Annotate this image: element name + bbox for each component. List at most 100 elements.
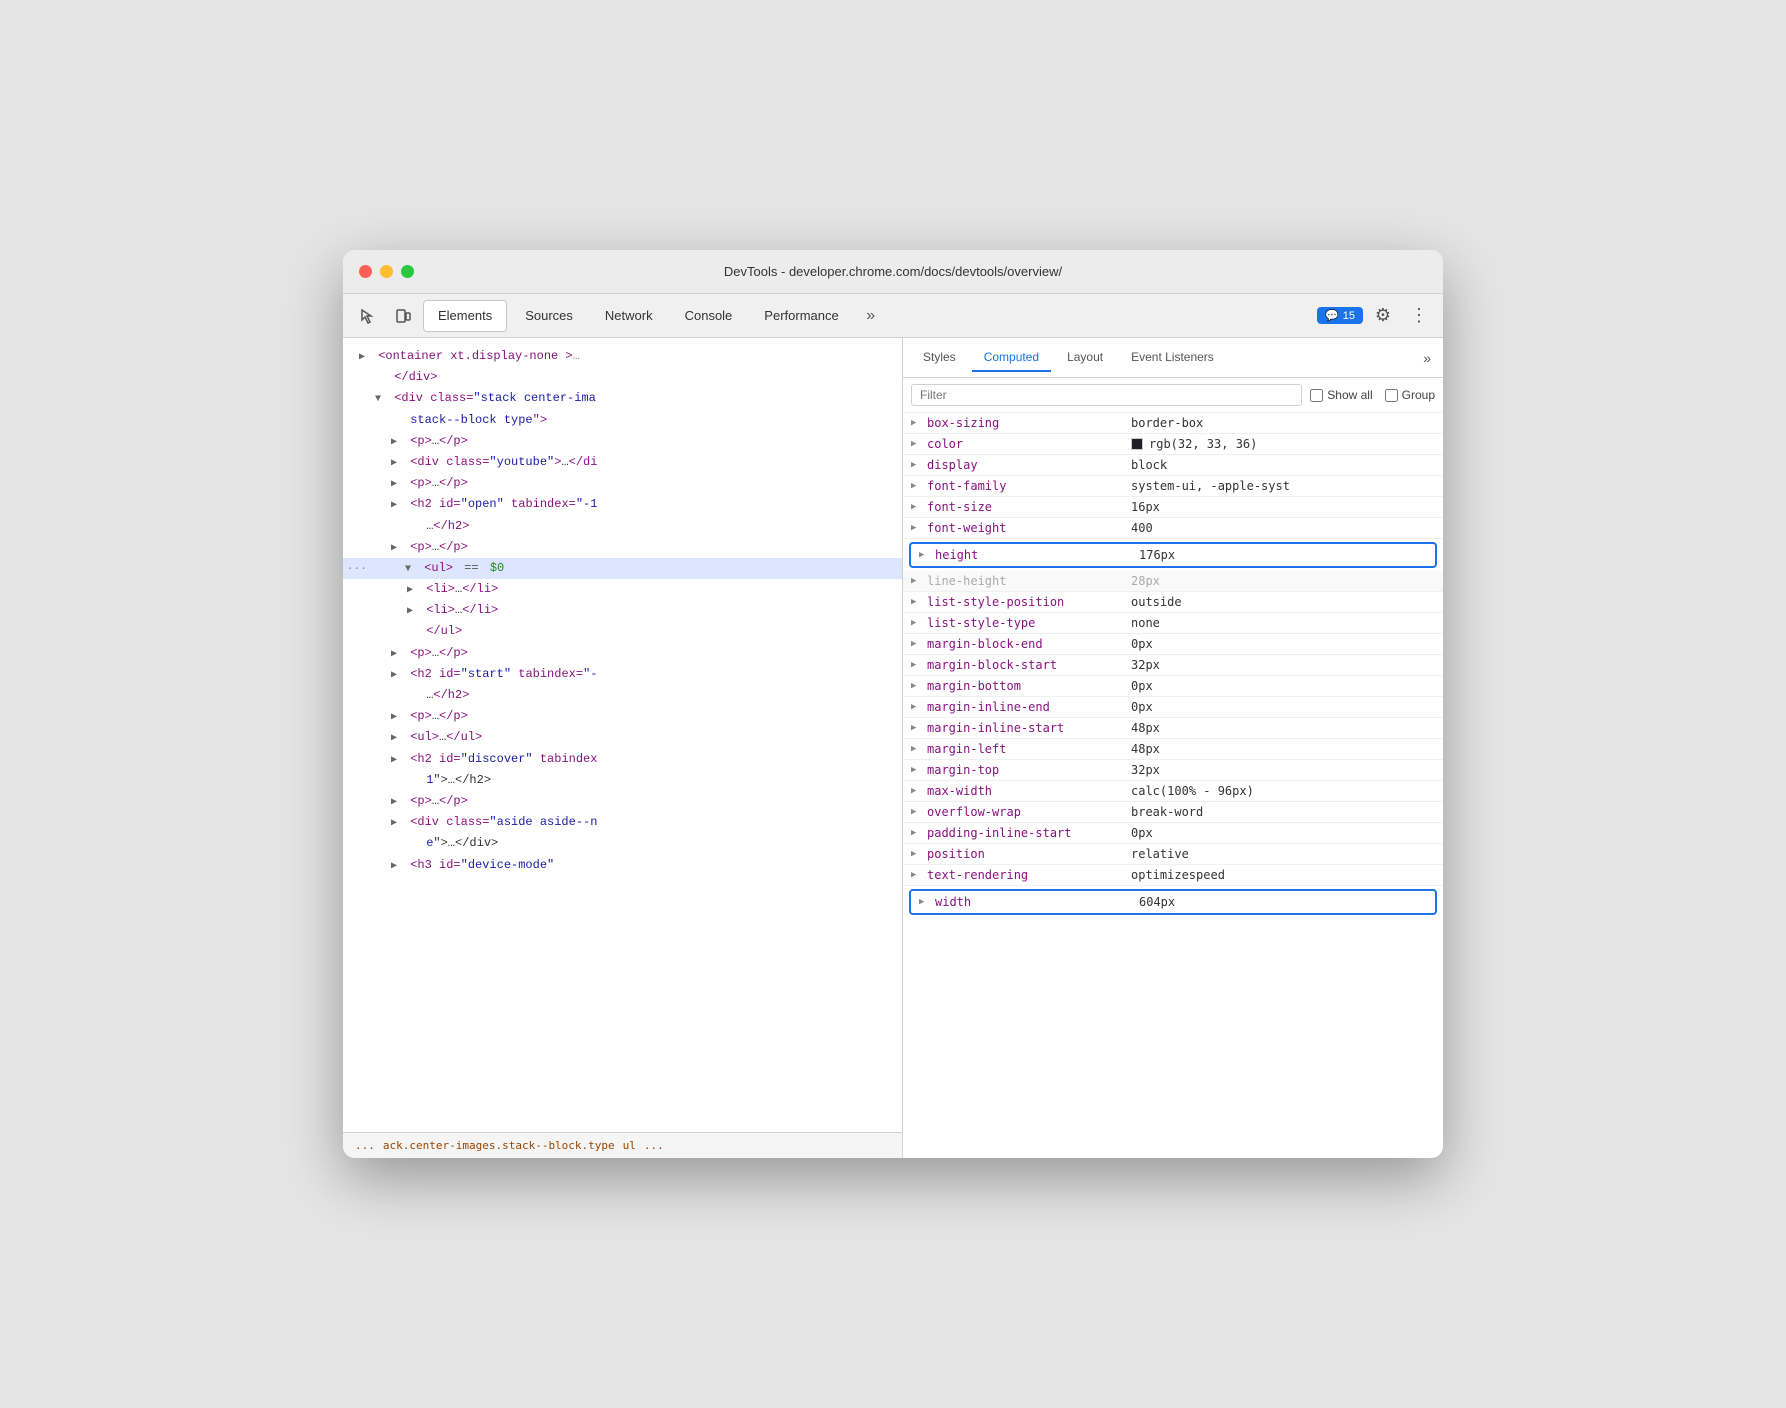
computed-row[interactable]: margin-inline-start 48px xyxy=(903,718,1443,739)
inspect-element-button[interactable] xyxy=(351,300,383,332)
computed-row[interactable]: margin-top 32px xyxy=(903,760,1443,781)
expand-triangle[interactable] xyxy=(391,477,403,493)
breadcrumb-class[interactable]: ack.center-images.stack--block.type xyxy=(383,1139,615,1152)
minimize-button[interactable] xyxy=(380,265,393,278)
computed-properties-list[interactable]: box-sizing border-box color rgb(32, 33, … xyxy=(903,413,1443,1158)
dom-line[interactable]: <div class="youtube">…</di xyxy=(343,452,902,473)
expand-icon[interactable] xyxy=(911,481,923,491)
expand-icon[interactable] xyxy=(911,828,923,838)
computed-row[interactable]: overflow-wrap break-word xyxy=(903,802,1443,823)
computed-row[interactable]: line-height 28px xyxy=(903,571,1443,592)
group-checkbox[interactable] xyxy=(1385,389,1398,402)
dom-line[interactable]: <li>…</li> xyxy=(343,600,902,621)
computed-row[interactable]: padding-inline-start 0px xyxy=(903,823,1443,844)
filter-input[interactable] xyxy=(911,384,1302,406)
computed-row[interactable]: margin-block-end 0px xyxy=(903,634,1443,655)
dom-line[interactable]: <p>…</p> xyxy=(343,537,902,558)
dom-line[interactable]: <h3 id="device-mode" xyxy=(343,855,902,876)
tab-elements[interactable]: Elements xyxy=(423,300,507,332)
dom-line[interactable]: <ontainer xt.display-none >… xyxy=(343,346,902,367)
expand-triangle[interactable] xyxy=(391,435,403,451)
expand-icon[interactable] xyxy=(919,550,931,560)
expand-triangle[interactable] xyxy=(375,392,387,408)
computed-row[interactable]: list-style-type none xyxy=(903,613,1443,634)
expand-icon[interactable] xyxy=(911,807,923,817)
tab-performance[interactable]: Performance xyxy=(750,300,852,332)
expand-triangle[interactable] xyxy=(391,668,403,684)
expand-triangle[interactable] xyxy=(407,604,419,620)
expand-icon[interactable] xyxy=(911,765,923,775)
computed-row[interactable]: position relative xyxy=(903,844,1443,865)
more-options-button[interactable]: ⋮ xyxy=(1403,300,1435,332)
tab-event-listeners[interactable]: Event Listeners xyxy=(1119,344,1226,372)
tab-layout[interactable]: Layout xyxy=(1055,344,1115,372)
dom-line[interactable]: stack--block type"> xyxy=(343,410,902,431)
show-all-label[interactable]: Show all xyxy=(1310,388,1372,402)
expand-icon[interactable] xyxy=(911,639,923,649)
dom-line[interactable]: <h2 id="start" tabindex="- xyxy=(343,664,902,685)
issues-badge[interactable]: 💬 15 xyxy=(1317,307,1363,324)
expand-triangle[interactable] xyxy=(407,583,419,599)
expand-icon[interactable] xyxy=(911,702,923,712)
dom-line[interactable]: <h2 id="open" tabindex="-1 xyxy=(343,494,902,515)
settings-button[interactable]: ⚙ xyxy=(1367,300,1399,332)
computed-row[interactable]: margin-block-start 32px xyxy=(903,655,1443,676)
maximize-button[interactable] xyxy=(401,265,414,278)
dom-line[interactable]: <div class="stack center-ima xyxy=(343,388,902,409)
dom-line[interactable]: 1">…</h2> xyxy=(343,770,902,791)
device-toggle-button[interactable] xyxy=(387,300,419,332)
computed-row[interactable]: box-sizing border-box xyxy=(903,413,1443,434)
computed-row[interactable]: max-width calc(100% - 96px) xyxy=(903,781,1443,802)
expand-icon[interactable] xyxy=(911,576,923,586)
dom-line[interactable]: <p>…</p> xyxy=(343,431,902,452)
expand-icon[interactable] xyxy=(911,660,923,670)
computed-row[interactable]: font-weight 400 xyxy=(903,518,1443,539)
expand-triangle[interactable] xyxy=(359,350,371,366)
expand-icon[interactable] xyxy=(911,786,923,796)
computed-row[interactable]: display block xyxy=(903,455,1443,476)
computed-row[interactable]: color rgb(32, 33, 36) xyxy=(903,434,1443,455)
breadcrumb-ul[interactable]: ul xyxy=(623,1139,636,1152)
dom-line[interactable]: </div> xyxy=(343,367,902,388)
computed-row[interactable]: font-size 16px xyxy=(903,497,1443,518)
expand-triangle[interactable] xyxy=(391,541,403,557)
more-tabs-button[interactable]: » xyxy=(857,302,885,330)
expand-icon[interactable] xyxy=(911,460,923,470)
expand-triangle[interactable] xyxy=(391,731,403,747)
tab-styles[interactable]: Styles xyxy=(911,344,968,372)
computed-row-width[interactable]: width 604px xyxy=(909,889,1437,915)
expand-icon[interactable] xyxy=(911,870,923,880)
close-button[interactable] xyxy=(359,265,372,278)
dom-line[interactable]: …</h2> xyxy=(343,685,902,706)
dom-line[interactable]: …</h2> xyxy=(343,516,902,537)
breadcrumb-dots[interactable]: ... xyxy=(355,1139,375,1152)
dom-line[interactable]: <p>…</p> xyxy=(343,706,902,727)
expand-icon[interactable] xyxy=(911,418,923,428)
expand-triangle[interactable] xyxy=(391,753,403,769)
expand-icon[interactable] xyxy=(911,523,923,533)
expand-icon[interactable] xyxy=(911,744,923,754)
expand-icon[interactable] xyxy=(911,439,923,449)
expand-icon[interactable] xyxy=(911,597,923,607)
computed-row[interactable]: margin-left 48px xyxy=(903,739,1443,760)
tab-sources[interactable]: Sources xyxy=(511,300,587,332)
dom-line[interactable]: <p>…</p> xyxy=(343,791,902,812)
dom-line[interactable]: <ul>…</ul> xyxy=(343,727,902,748)
more-panel-tabs-button[interactable]: » xyxy=(1419,346,1435,370)
tab-computed[interactable]: Computed xyxy=(972,344,1051,372)
computed-row[interactable]: margin-inline-end 0px xyxy=(903,697,1443,718)
computed-row[interactable]: text-rendering optimizespeed xyxy=(903,865,1443,886)
computed-row[interactable]: list-style-position outside xyxy=(903,592,1443,613)
expand-icon[interactable] xyxy=(911,618,923,628)
dom-line[interactable]: <p>…</p> xyxy=(343,643,902,664)
expand-triangle[interactable] xyxy=(391,647,403,663)
expand-icon[interactable] xyxy=(911,849,923,859)
dom-line[interactable]: e">…</div> xyxy=(343,833,902,854)
dom-line[interactable]: <h2 id="discover" tabindex xyxy=(343,749,902,770)
expand-triangle[interactable] xyxy=(391,859,403,875)
tab-network[interactable]: Network xyxy=(591,300,667,332)
dom-tree[interactable]: <ontainer xt.display-none >… </div> <div… xyxy=(343,338,902,1132)
computed-row-height[interactable]: height 176px xyxy=(909,542,1437,568)
computed-row[interactable]: font-family system-ui, -apple-syst xyxy=(903,476,1443,497)
group-label[interactable]: Group xyxy=(1385,388,1435,402)
